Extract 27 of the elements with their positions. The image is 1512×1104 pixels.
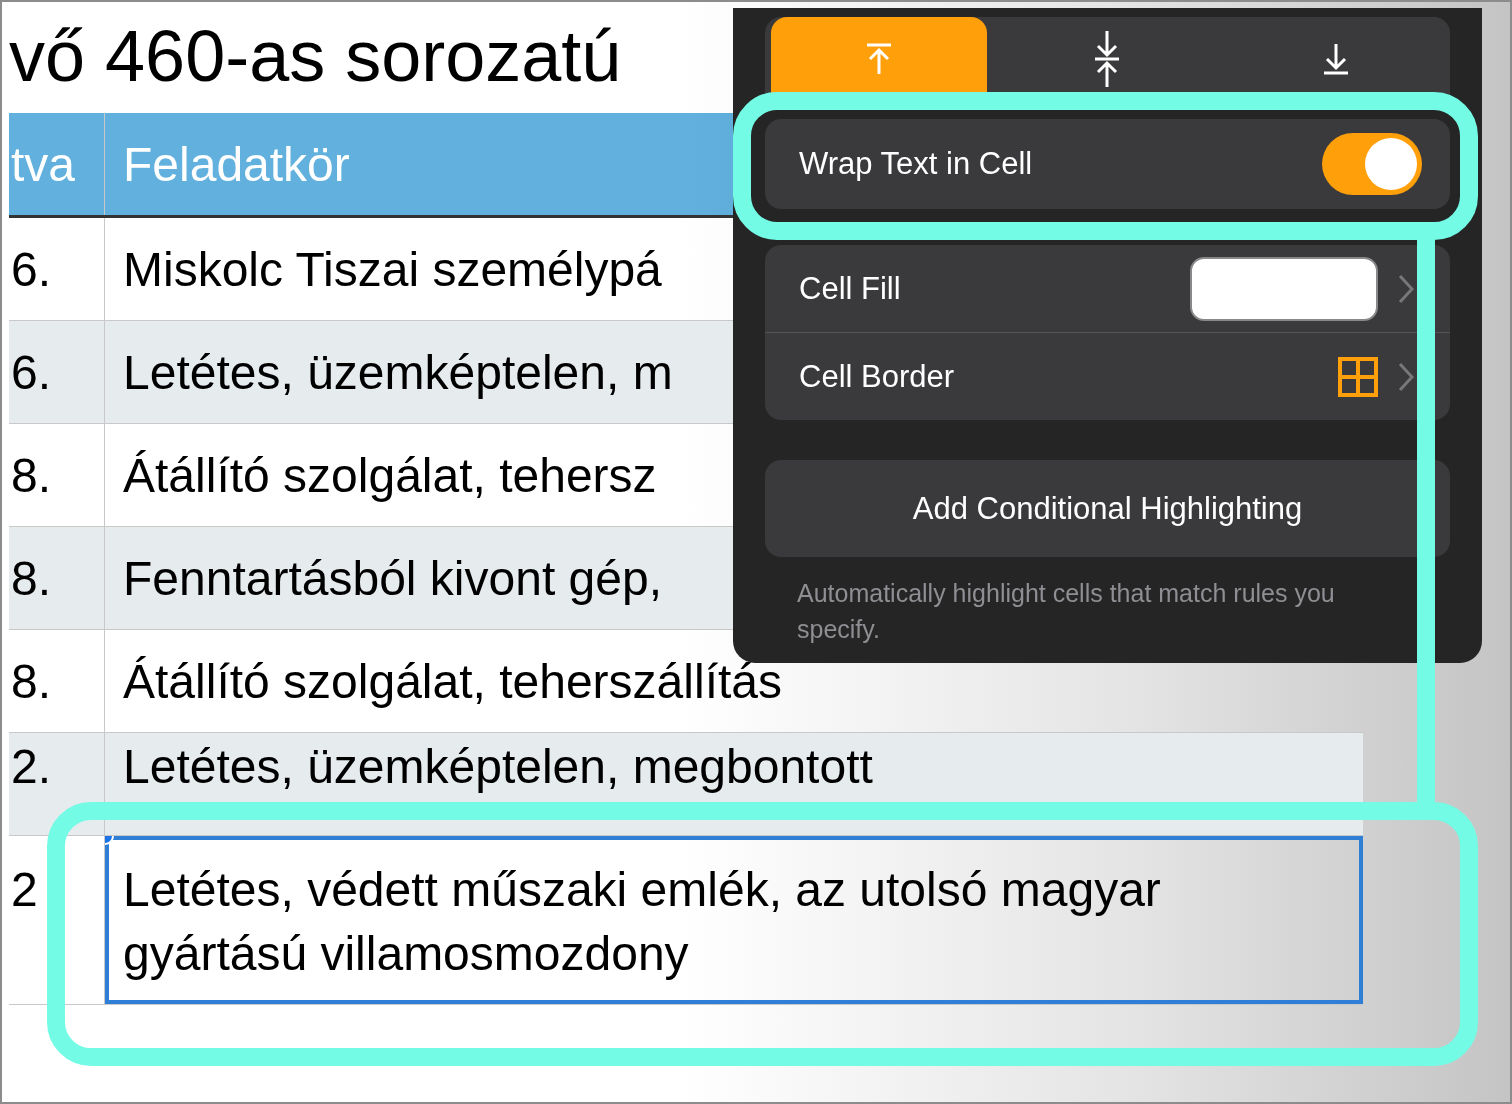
footnote: Automatically highlight cells that match rules you specify. <box>796 578 1336 645</box>
table-cell: 8. <box>11 550 52 606</box>
cell-border-label[interactable]: Cell Border <box>799 358 1318 395</box>
chevron-icon <box>1398 361 1414 392</box>
table-cell-text: 2 <box>11 862 38 918</box>
table-cell: 6. <box>11 344 52 400</box>
cell-fill-label[interactable]: Cell Fill <box>799 270 1170 307</box>
table-cell: 8. <box>11 447 52 503</box>
chevron-icon <box>1398 273 1414 304</box>
add-highlighting-button[interactable]: Add Conditional Highlighting <box>765 460 1450 557</box>
selection-frame[interactable]: Letétes, védett műszaki emlék, az utolsó magyar gyártású villamosmozdony <box>105 836 1363 1004</box>
table-cell: Átállító szolgálat, teherszállítás <box>123 653 782 709</box>
table-cell: 2. <box>11 739 52 795</box>
fill-swatch[interactable] <box>1190 256 1378 321</box>
column-header: tva <box>11 136 76 192</box>
table-cell: 8. <box>11 653 52 709</box>
table-cell: Letétes, üzemképtelen, m <box>123 344 673 400</box>
border-grid-icon[interactable] <box>1338 356 1378 397</box>
table-cell: Fenntartásból kivont gép, <box>123 550 662 606</box>
table-cell: Átállító szolgálat, tehersz <box>123 447 657 503</box>
table-cell-text: Letétes, védett műszaki emlék, az utolsó magyar gyártású villamosmozdony <box>123 862 1162 982</box>
sheet-title: vő 460-as sorozatú <box>9 15 622 98</box>
wrap-text-label: Wrap Text in Cell <box>799 146 1033 182</box>
column-header: Feladatkör <box>123 136 350 192</box>
table-cell: 6. <box>11 241 52 297</box>
table-cell: Letétes, üzemképtelen, megbontott <box>123 739 873 795</box>
table-cell: Miskolc Tiszai személypá <box>123 241 662 297</box>
